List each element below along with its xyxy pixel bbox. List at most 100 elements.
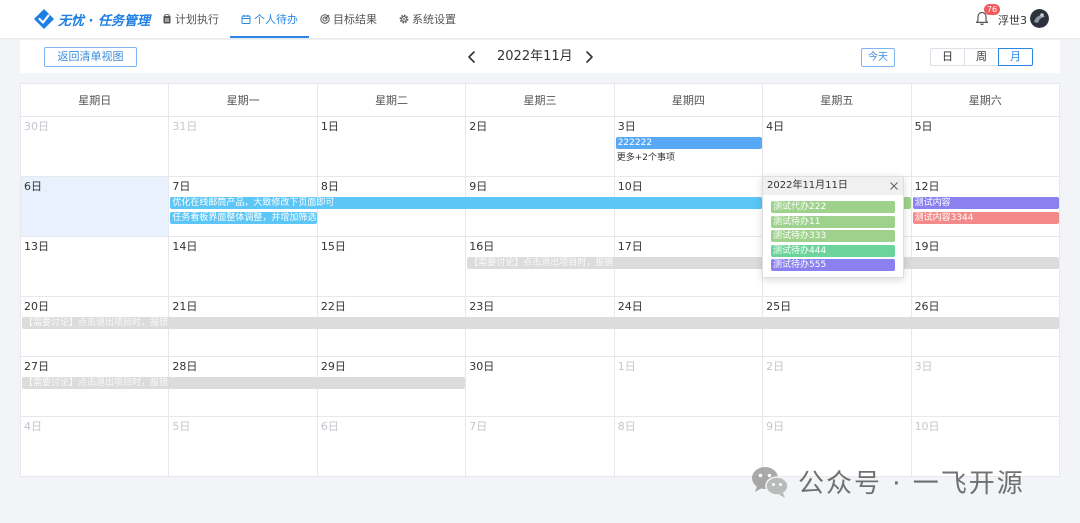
day-cell[interactable]: 5日	[911, 117, 1060, 177]
week-row: 6日7日8日9日10日11日12日优化在线邮筒产品，大致修改下页面即可任务看板界…	[21, 177, 1060, 237]
clipboard-icon	[163, 14, 171, 24]
day-number: 7日	[469, 420, 488, 433]
avatar[interactable]	[1030, 9, 1049, 28]
day-cell[interactable]: 5日	[169, 417, 318, 477]
day-number: 30日	[469, 360, 495, 373]
day-number: 22日	[320, 300, 346, 313]
weekday-label: 星期五	[763, 84, 912, 117]
day-number: 9日	[469, 180, 488, 193]
day-cell[interactable]: 8日	[614, 417, 764, 477]
current-month-title: 2022年11月	[497, 49, 573, 64]
weekday-label: 星期三	[466, 84, 615, 117]
day-cell[interactable]: 14日	[169, 237, 318, 297]
event-bar[interactable]: 测试内容3344	[912, 212, 1059, 224]
nav-item-system-settings[interactable]: 系统设置	[388, 0, 467, 38]
popover-event[interactable]: 测试待办444	[771, 244, 895, 257]
weekday-label: 星期四	[614, 84, 764, 117]
main-nav: 计划执行 个人待办 目标结果 系统设置	[151, 0, 467, 38]
nav-item-personal-todo[interactable]: 个人待办	[230, 0, 309, 38]
close-icon[interactable]	[889, 181, 899, 191]
calendar-weeks: 30日 31日 1日 2日 3日 4日 5日 222222 更多+2个事项 6日 7日 8日 9日 10日…	[21, 117, 1060, 477]
day-number: 19日	[914, 240, 940, 253]
app-title: 无忧 · 任务管理	[58, 13, 150, 29]
nav-item-label: 计划执行	[175, 13, 219, 26]
day-number: 16日	[469, 240, 495, 253]
calendar-icon	[241, 14, 251, 24]
popover-event[interactable]: 测试待办11	[771, 215, 895, 228]
next-month-button[interactable]	[583, 49, 595, 65]
today-button[interactable]: 今天	[861, 48, 895, 67]
popover-event[interactable]: 测试待办333	[771, 230, 895, 242]
day-number: 4日	[24, 420, 42, 433]
view-week-button[interactable]: 周	[964, 48, 999, 66]
day-number: 25日	[766, 300, 792, 313]
nav-item-label: 目标结果	[333, 13, 377, 26]
event-bar[interactable]: 222222	[615, 137, 763, 149]
day-number: 10日	[617, 180, 643, 193]
nav-item-label: 个人待办	[254, 13, 298, 26]
day-cell[interactable]: 6日	[21, 177, 170, 237]
user-name[interactable]: 浮世3	[998, 12, 1027, 28]
prev-month-button[interactable]	[466, 49, 478, 65]
nav-item-plan-execution[interactable]: 计划执行	[151, 0, 230, 38]
weekday-label: 星期六	[911, 84, 1060, 117]
day-cell[interactable]: 13日	[21, 237, 170, 297]
day-number: 14日	[172, 240, 198, 253]
day-cell[interactable]: 1日	[614, 357, 764, 417]
day-number: 9日	[766, 420, 785, 433]
day-cell[interactable]: 1日	[317, 117, 467, 177]
more-events-link[interactable]: 更多+2个事项	[617, 152, 675, 164]
day-number: 6日	[320, 420, 339, 433]
logo-icon	[34, 9, 54, 29]
day-number: 12日	[914, 180, 940, 193]
day-number: 3日	[914, 360, 933, 373]
day-cell[interactable]: 2日	[466, 117, 615, 177]
week-row: 30日 31日 1日 2日 3日 4日 5日 222222 更多+2个事项	[21, 117, 1060, 177]
week-row: 27日 28日 29日 30日 1日 2日 3日 【需要讨论】点击退出项目时，报错	[21, 357, 1060, 417]
day-cell[interactable]: 2日	[763, 357, 912, 417]
day-number: 3日	[617, 120, 636, 133]
app-logo[interactable]: 无忧 · 任务管理	[33, 7, 150, 31]
day-cell[interactable]: 30日	[466, 357, 615, 417]
event-bar[interactable]: 测试内容	[912, 197, 1059, 209]
avatar-image	[1030, 9, 1049, 28]
event-bar[interactable]: 【需要讨论】点击退出项目时，报错	[22, 377, 466, 389]
day-cell[interactable]: 31日	[169, 117, 318, 177]
view-switcher: 日 周 月	[930, 48, 1033, 66]
day-number: 8日	[617, 420, 636, 433]
day-cell[interactable]: 3日	[911, 357, 1060, 417]
day-cell[interactable]: 4日	[763, 117, 912, 177]
event-bar[interactable]: 优化在线邮筒产品，大致修改下页面即可	[170, 197, 763, 209]
day-number: 7日	[172, 180, 191, 193]
day-number: 10日	[914, 420, 940, 433]
week-row: 20日 21日 22日 23日 24日 25日 26日 【需要讨论】点击退出项目时，报错	[21, 297, 1060, 357]
day-number: 5日	[914, 120, 933, 133]
day-number: 27日	[24, 360, 49, 373]
popover-event[interactable]: 测试待办555	[771, 259, 895, 271]
popover-event[interactable]: 测试代办222	[771, 201, 895, 213]
day-cell[interactable]: 6日	[317, 417, 467, 477]
view-day-button[interactable]: 日	[930, 48, 965, 66]
day-cell[interactable]: 15日	[317, 237, 467, 297]
day-cell[interactable]: 30日	[21, 117, 170, 177]
day-number: 20日	[24, 300, 49, 313]
weekday-header: 星期日 星期一 星期二 星期三 星期四 星期五 星期六	[21, 84, 1060, 117]
day-number: 5日	[172, 420, 191, 433]
watermark-text: 公众号 · 一飞开源	[798, 469, 1025, 499]
event-bar[interactable]: 【需要讨论】点击退出项目时，报错	[22, 317, 1059, 329]
week-row: 13日14日15日16日17日18日19日【需要讨论】点击退出项目时，报错	[21, 237, 1060, 297]
day-number: 30日	[24, 120, 49, 133]
nav-item-label: 系统设置	[412, 13, 456, 26]
day-cell[interactable]: 7日	[466, 417, 615, 477]
day-cell[interactable]: 4日	[21, 417, 170, 477]
nav-item-goal-results[interactable]: 目标结果	[309, 0, 388, 38]
day-number: 2日	[469, 120, 488, 133]
day-number: 1日	[617, 360, 636, 373]
weekday-label: 星期日	[21, 84, 170, 117]
event-bar[interactable]: 任务看板界面整体调整，并增加筛选的	[170, 212, 317, 224]
back-to-list-button[interactable]: 返回清单视图	[44, 47, 137, 67]
chevron-right-icon	[586, 51, 593, 63]
view-month-button[interactable]: 月	[998, 48, 1033, 66]
weekday-label: 星期二	[317, 84, 467, 117]
day-events-popover: 2022年11月11日 测试代办222 测试待办11 测试待办333 测试待办444 测…	[762, 176, 904, 278]
